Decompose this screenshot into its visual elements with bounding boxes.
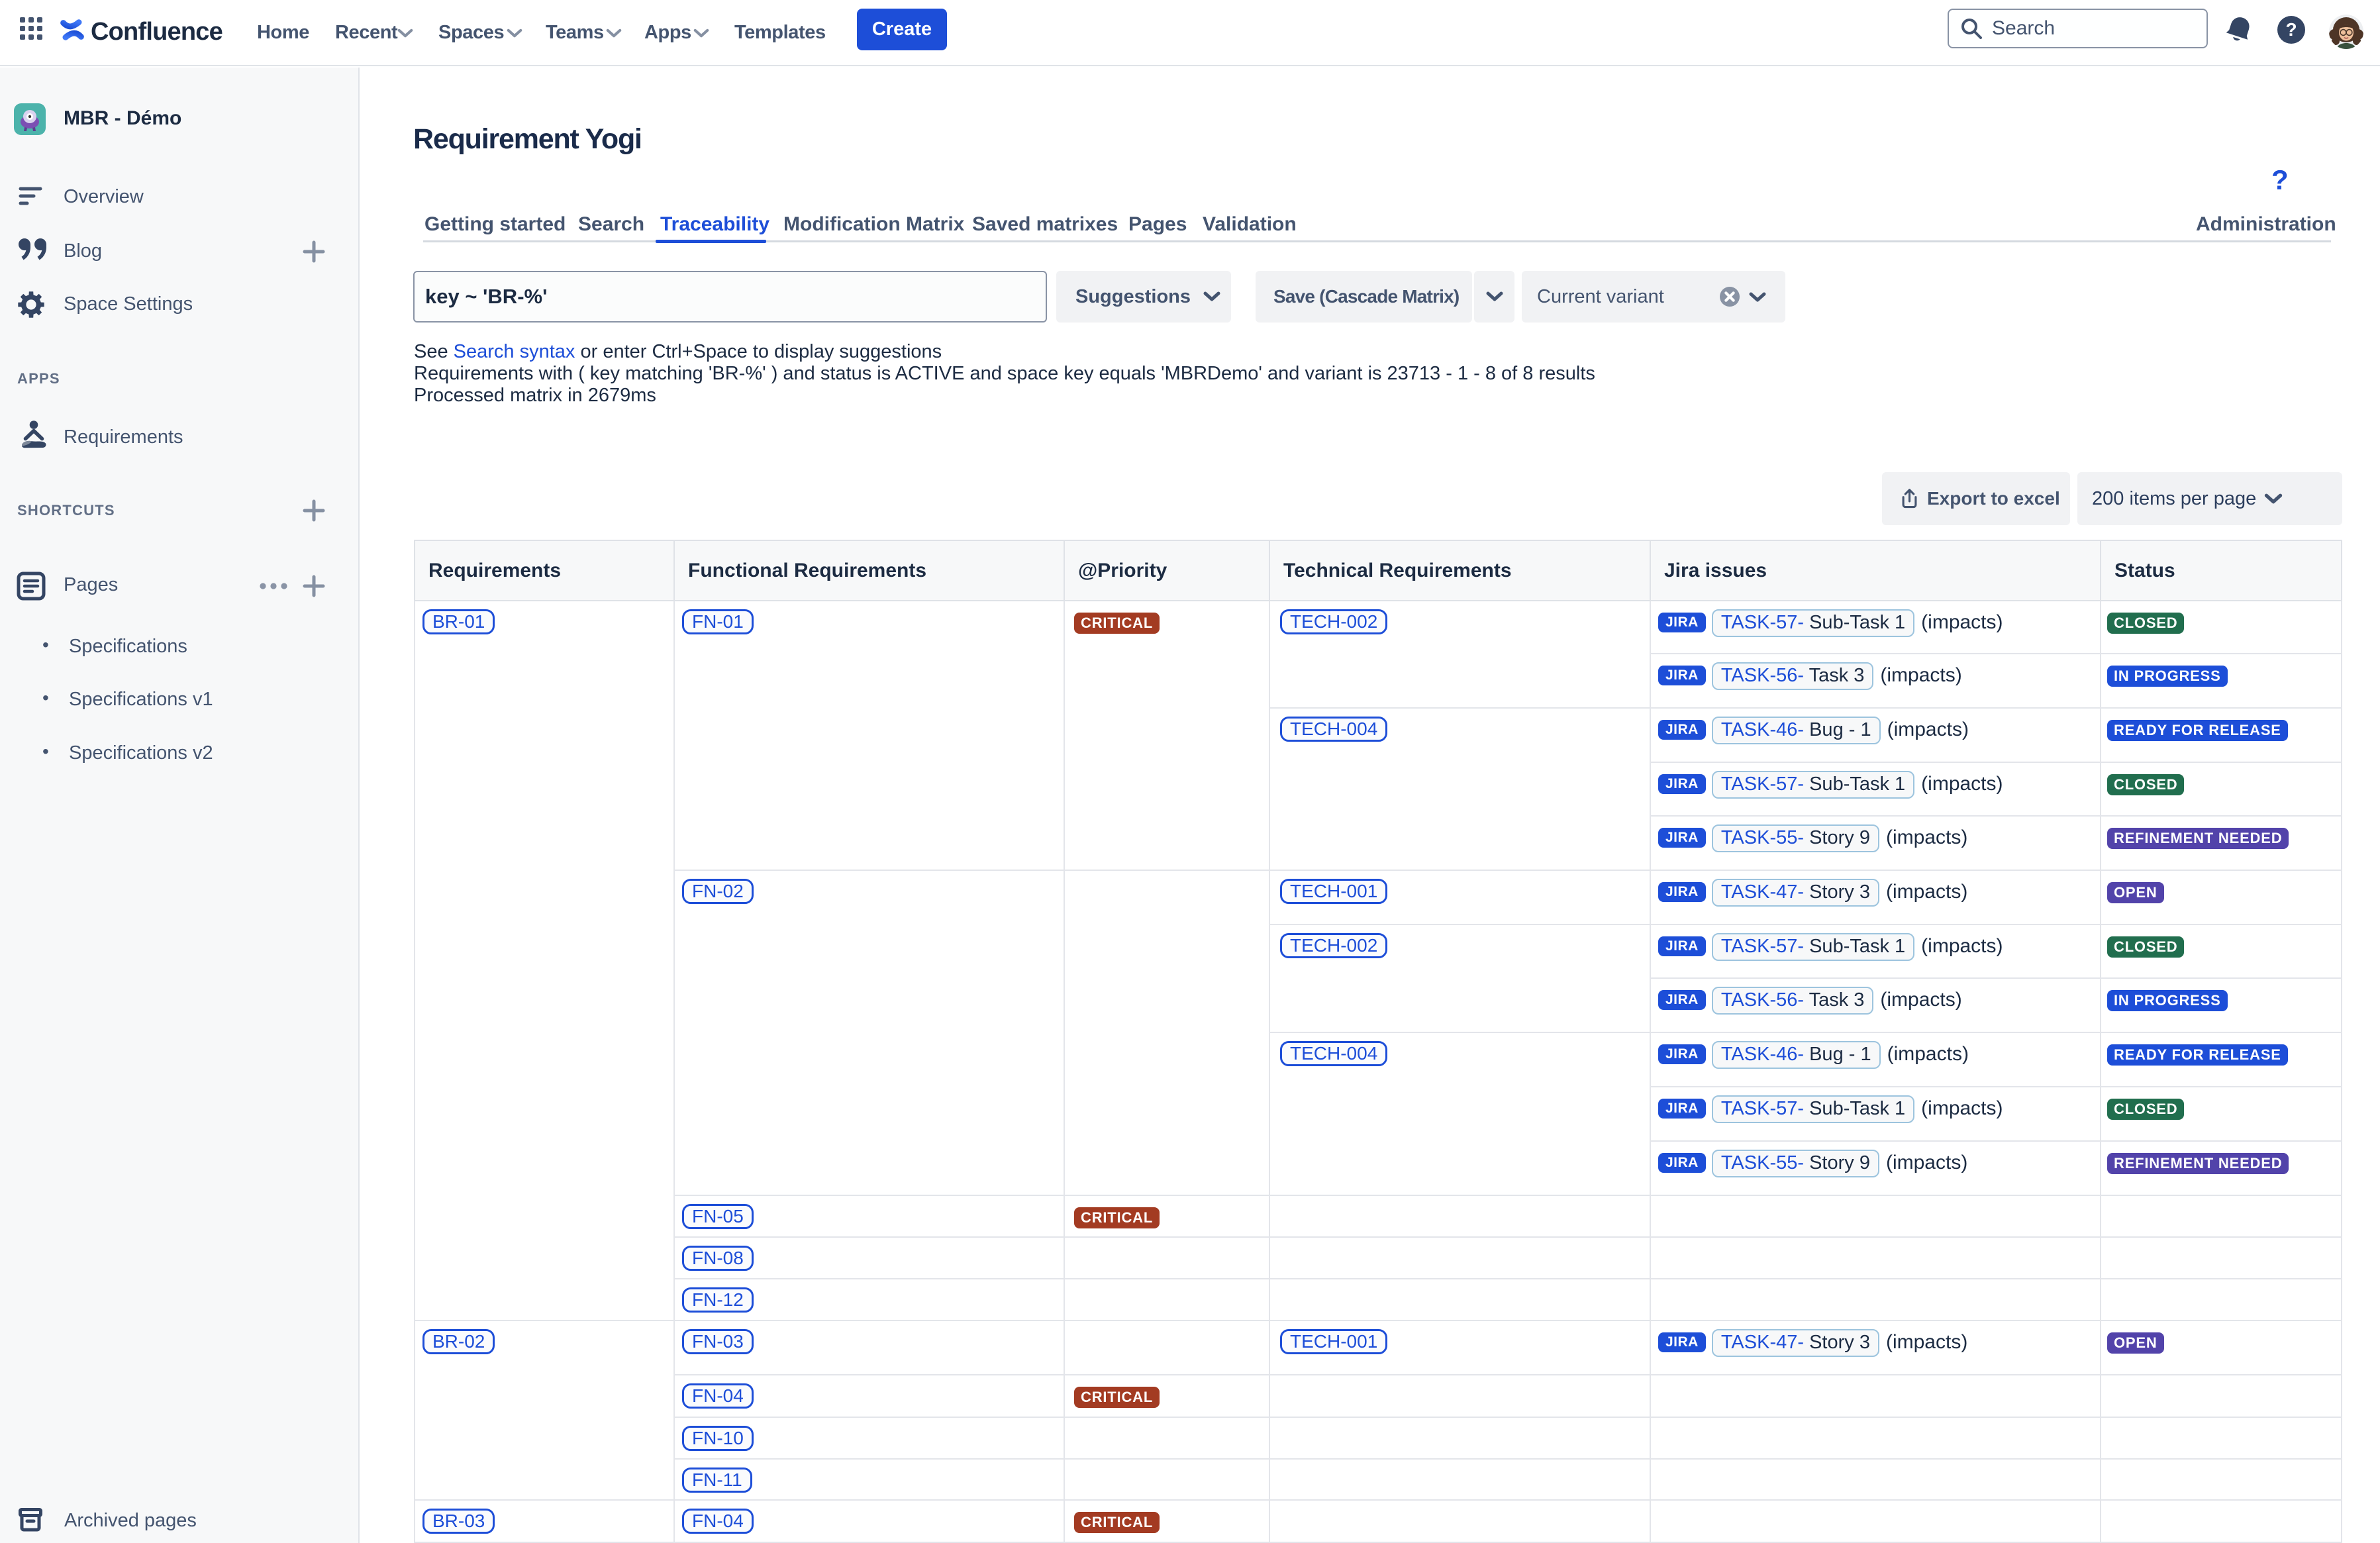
svg-text:?: ?	[2285, 19, 2297, 40]
